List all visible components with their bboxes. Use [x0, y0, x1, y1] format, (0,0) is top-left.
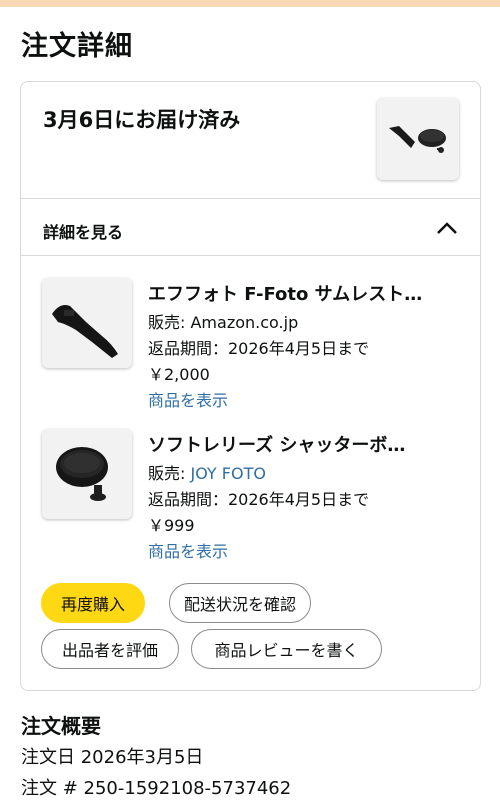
- details-toggle[interactable]: 詳細を見る: [21, 199, 480, 256]
- seller-link[interactable]: JOY FOTO: [190, 464, 265, 483]
- delivery-row: 3月6日にお届け済み: [21, 82, 480, 199]
- view-item-link[interactable]: 商品を表示: [148, 387, 228, 411]
- order-item: エフフォト F-Foto サムレスト… 販売: Amazon.co.jp 返品期…: [21, 278, 480, 418]
- delivery-status: 3月6日にお届け済み: [43, 108, 241, 132]
- camera-accessory-icon: [389, 126, 446, 153]
- item-price: ￥2,000: [148, 365, 210, 384]
- details-label: 詳細を見る: [43, 223, 124, 242]
- chevron-up-icon: [437, 222, 457, 234]
- write-review-button[interactable]: 商品レビューを書く: [191, 629, 382, 669]
- rate-seller-button[interactable]: 出品者を評価: [41, 629, 179, 669]
- item-seller: 販売: JOY FOTO: [148, 460, 266, 484]
- order-summary-title: 注文概要: [21, 714, 101, 738]
- seller-label: 販売:: [148, 313, 191, 332]
- item-thumbnail[interactable]: [42, 278, 132, 368]
- buy-again-button[interactable]: 再度購入: [41, 583, 145, 623]
- order-item: ソフトレリーズ シャッターボ… 販売: JOY FOTO 返品期間：2026年4…: [21, 429, 480, 569]
- item-return-window: 返品期間：2026年4月5日まで: [148, 339, 370, 358]
- thumb-rest-icon: [52, 305, 118, 358]
- shutter-button-icon: [56, 447, 108, 501]
- order-date: 注文日 2026年3月5日: [21, 747, 204, 768]
- item-thumbnail[interactable]: [42, 429, 132, 519]
- page-title: 注文詳細: [21, 31, 133, 62]
- delivery-thumbnail[interactable]: [377, 98, 459, 180]
- seller-name: Amazon.co.jp: [190, 313, 299, 332]
- top-strip: [0, 0, 500, 7]
- order-number: 注文 # 250-1592108-5737462: [21, 778, 292, 799]
- item-seller: 販売: Amazon.co.jp: [148, 309, 298, 333]
- track-package-button[interactable]: 配送状況を確認: [169, 583, 311, 623]
- item-price: ￥999: [148, 516, 195, 535]
- seller-label: 販売:: [148, 464, 191, 483]
- view-item-link[interactable]: 商品を表示: [148, 538, 228, 562]
- item-title[interactable]: エフフォト F-Foto サムレスト…: [148, 280, 468, 306]
- item-title[interactable]: ソフトレリーズ シャッターボ…: [148, 431, 468, 457]
- order-card: 3月6日にお届け済み 詳細を見る エフフォト F-Foto サムレスト… 販売:…: [20, 81, 481, 691]
- item-return-window: 返品期間：2026年4月5日まで: [148, 490, 370, 509]
